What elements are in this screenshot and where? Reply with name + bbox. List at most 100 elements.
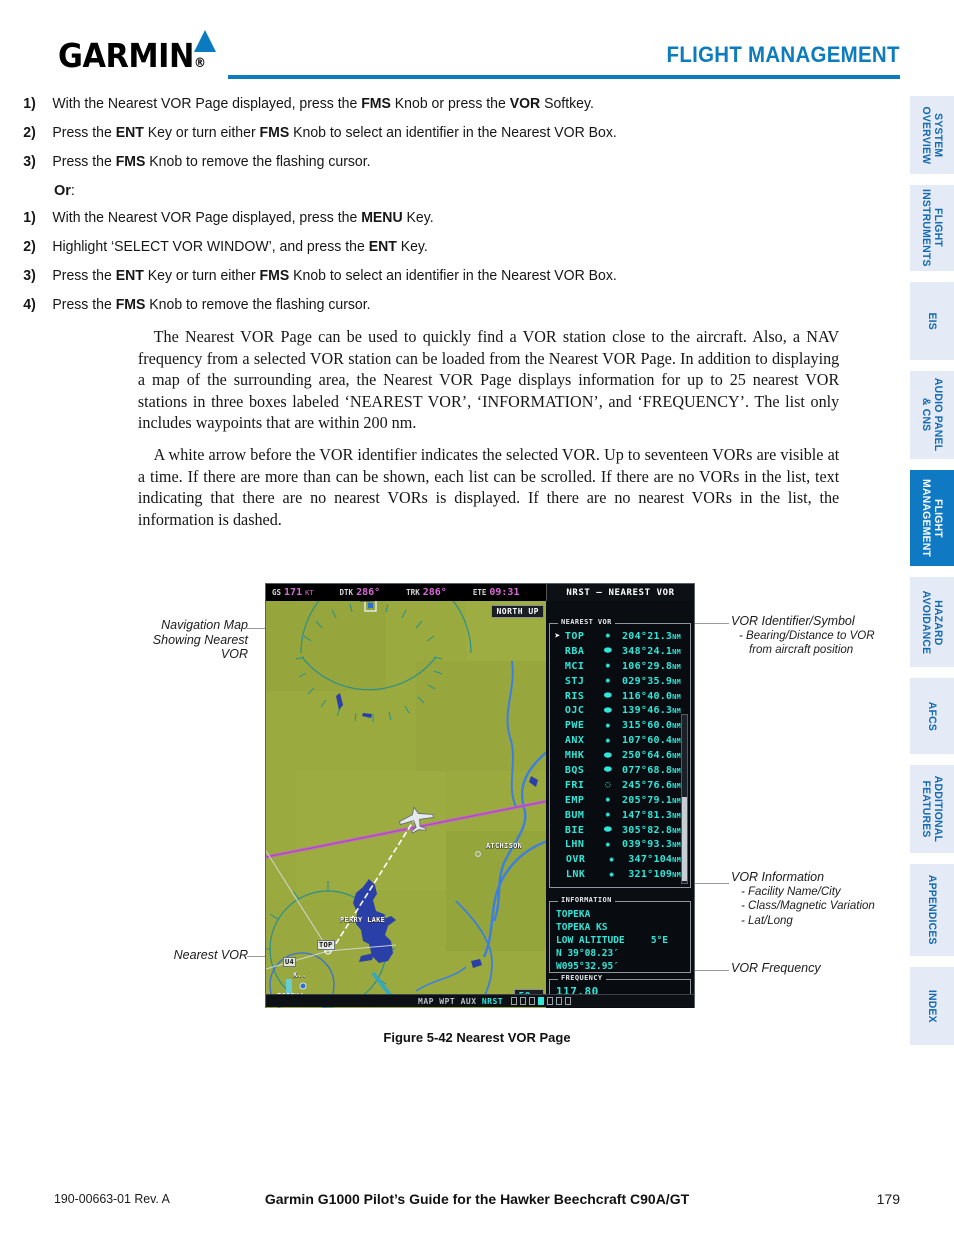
- map-orientation-label[interactable]: NORTH UP: [491, 605, 544, 618]
- page-dot[interactable]: [520, 997, 527, 1005]
- page-group-wpt[interactable]: WPT: [439, 997, 455, 1006]
- nearest-vor-row[interactable]: MCI ✹ 106° 29.8NM: [550, 659, 684, 674]
- chapter-tab-flight-management[interactable]: FLIGHT MANAGEMENT: [910, 470, 954, 566]
- vor-identifier[interactable]: BIE: [565, 825, 600, 836]
- vor-distance-unit: NM: [672, 647, 681, 656]
- vor-distance: 82.8NM: [647, 824, 681, 836]
- vor-bearing: 139°: [621, 705, 648, 717]
- nearest-vor-row[interactable]: FRI ◌ 245° 76.6NM: [550, 778, 684, 793]
- page-dot[interactable]: [538, 997, 545, 1005]
- step-number: 3): [23, 268, 36, 284]
- page-dot[interactable]: [529, 997, 536, 1005]
- vor-bearing: 321°: [628, 869, 654, 881]
- vor-identifier[interactable]: STJ: [565, 676, 600, 687]
- vor-identifier[interactable]: LNK: [566, 869, 603, 880]
- vor-distance-unit: NM: [672, 752, 681, 761]
- vor-distance-unit: NM: [672, 856, 681, 865]
- vor-identifier[interactable]: BQS: [565, 765, 600, 776]
- nearest-vor-row[interactable]: PWE ✹ 315° 60.0NM: [550, 718, 684, 733]
- procedure-step-item: 4) Press the FMS Knob to remove the flash…: [0, 297, 873, 314]
- information-content: TOPEKA TOPEKA KS LOW ALTITUDE 5°E N 39°0…: [556, 908, 686, 972]
- vor-dme-icon: ✹: [608, 854, 615, 865]
- nearest-vor-row[interactable]: BUM ✹ 147° 81.3NM: [550, 808, 684, 823]
- chapter-tab-label: FLIGHT MANAGEMENT: [920, 479, 944, 557]
- info-longitude: W095°32.95′: [556, 960, 619, 972]
- page-dot[interactable]: [511, 997, 518, 1005]
- nearest-vor-scrollbar[interactable]: [681, 714, 688, 884]
- nearest-vor-list[interactable]: ➤ TOP ✹ 204° 21.3NM RBA ⬬ 348° 24.1NM MCI ✹ 106° 29.…: [550, 629, 684, 882]
- chapter-title: FLIGHT MANAGEMENT: [666, 42, 900, 67]
- map-label-rba: RBA: [359, 601, 375, 603]
- nearest-vor-row[interactable]: RBA ⬬ 348° 24.1NM: [550, 644, 684, 659]
- vor-identifier[interactable]: OVR: [566, 854, 603, 865]
- vor-identifier[interactable]: RIS: [565, 691, 600, 702]
- vor-bearing: 106°: [621, 660, 648, 672]
- chapter-tab-system-overview[interactable]: SYSTEM OVERVIEW: [910, 96, 954, 174]
- vor-distance: 64.6NM: [647, 750, 681, 762]
- vor-identifier[interactable]: FRI: [565, 780, 600, 791]
- nearest-vor-box[interactable]: NEAREST VOR ➤ TOP ✹ 204° 21.3NM RBA ⬬ 348° 24.1N…: [549, 618, 691, 888]
- vor-dme-icon: ✹: [605, 676, 611, 687]
- vor-identifier[interactable]: MCI: [565, 661, 600, 672]
- page-dot[interactable]: [547, 997, 554, 1005]
- chapter-tab-eis[interactable]: EIS: [910, 282, 954, 360]
- vor-identifier[interactable]: ANX: [565, 735, 600, 746]
- info-latitude: N 39°08.23′: [556, 948, 619, 959]
- dtk-value: 286°: [356, 587, 381, 598]
- callout-vor-identifier: VOR Identifier/Symbol - Bearing/Distance…: [731, 614, 875, 656]
- chapter-tab-flight-instruments[interactable]: FLIGHT INSTRUMENTS: [910, 185, 954, 271]
- vor-identifier[interactable]: LHN: [565, 839, 600, 850]
- nearest-vor-row[interactable]: EMP ✹ 205° 79.1NM: [550, 793, 684, 808]
- vor-distance-unit: NM: [672, 632, 681, 641]
- vor-distance-unit: NM: [672, 737, 681, 746]
- vor-identifier[interactable]: PWE: [565, 720, 600, 731]
- vor-bearing: 029°: [621, 675, 648, 687]
- procedure-step-item: 2) Press the ENT Key or turn either FMS K…: [0, 125, 873, 142]
- step-number: 2): [23, 239, 36, 255]
- nearest-vor-row[interactable]: BQS ⬬ 077° 68.8NM: [550, 763, 684, 778]
- step-text: Press the FMS Knob to remove the flashin…: [52, 154, 371, 170]
- navigation-map[interactable]: RBA ATCHISON PERRY LAKE TOP U4 K.. TOPEK…: [266, 601, 548, 1008]
- gs-label: GS: [272, 588, 282, 597]
- nearest-vor-row[interactable]: OJC ⬬ 139° 46.3NM: [550, 703, 684, 718]
- page-dot-indicator: [511, 997, 572, 1005]
- map-label-top: TOP: [317, 940, 335, 950]
- vor-distance-unit: NM: [672, 677, 681, 686]
- information-box[interactable]: INFORMATION TOPEKA TOPEKA KS LOW ALTITUD…: [549, 896, 691, 973]
- step-number: 1): [23, 210, 36, 226]
- vor-identifier[interactable]: RBA: [565, 646, 600, 657]
- vortac-icon: ⬬: [603, 765, 612, 776]
- nearest-vor-row[interactable]: RIS ⬬ 116° 40.0NM: [550, 689, 684, 704]
- chapter-tab-label: FLIGHT INSTRUMENTS: [920, 189, 944, 267]
- nearest-vor-row[interactable]: MHK ⬬ 250° 64.6NM: [550, 748, 684, 763]
- body-paragraph: A white arrow before the VOR identifier …: [137, 444, 840, 529]
- nearest-vor-row[interactable]: STJ ✹ 029° 35.9NM: [550, 674, 684, 689]
- vor-distance-unit: NM: [672, 826, 681, 835]
- vor-identifier[interactable]: TOP: [565, 631, 600, 642]
- page-group-nrst[interactable]: NRST: [482, 997, 503, 1006]
- vor-distance: 60.0NM: [647, 720, 681, 732]
- vor-identifier[interactable]: BUM: [565, 810, 600, 821]
- nearest-vor-row[interactable]: ➤ TOP ✹ 204° 21.3NM: [550, 629, 684, 644]
- page-group-labels[interactable]: MAP WPT AUX NRST: [418, 997, 503, 1006]
- page-dot[interactable]: [565, 997, 572, 1005]
- vor-identifier[interactable]: OJC: [565, 705, 600, 716]
- vor-identifier[interactable]: EMP: [565, 795, 600, 806]
- nearest-vor-row[interactable]: ANX ✹ 107° 60.4NM: [550, 733, 684, 748]
- page-dot[interactable]: [556, 997, 563, 1005]
- page-group-map[interactable]: MAP: [418, 997, 434, 1006]
- page-group-aux[interactable]: AUX: [461, 997, 477, 1006]
- information-box-title: INFORMATION: [558, 896, 615, 904]
- chapter-tab-audio-panel-cns[interactable]: AUDIO PANEL & CNS: [910, 371, 954, 459]
- vortac-icon: ⬬: [603, 705, 612, 716]
- step-text: With the Nearest VOR Page displayed, pre…: [52, 210, 434, 226]
- procedure-step-item: 3) Press the FMS Knob to remove the flash…: [0, 154, 873, 171]
- nearest-vor-row[interactable]: LNK ✹ 321° 109NM: [550, 867, 684, 882]
- vor-identifier[interactable]: MHK: [565, 750, 600, 761]
- scrollbar-thumb[interactable]: [682, 797, 687, 881]
- vor-distance-unit: NM: [672, 722, 681, 731]
- leader-line-frequency: [693, 970, 729, 971]
- nearest-vor-row[interactable]: BIE ⬬ 305° 82.8NM: [550, 823, 684, 838]
- nearest-vor-row[interactable]: LHN ✹ 039° 93.3NM: [550, 837, 684, 852]
- nearest-vor-row[interactable]: OVR ✹ 347° 104NM: [550, 852, 684, 867]
